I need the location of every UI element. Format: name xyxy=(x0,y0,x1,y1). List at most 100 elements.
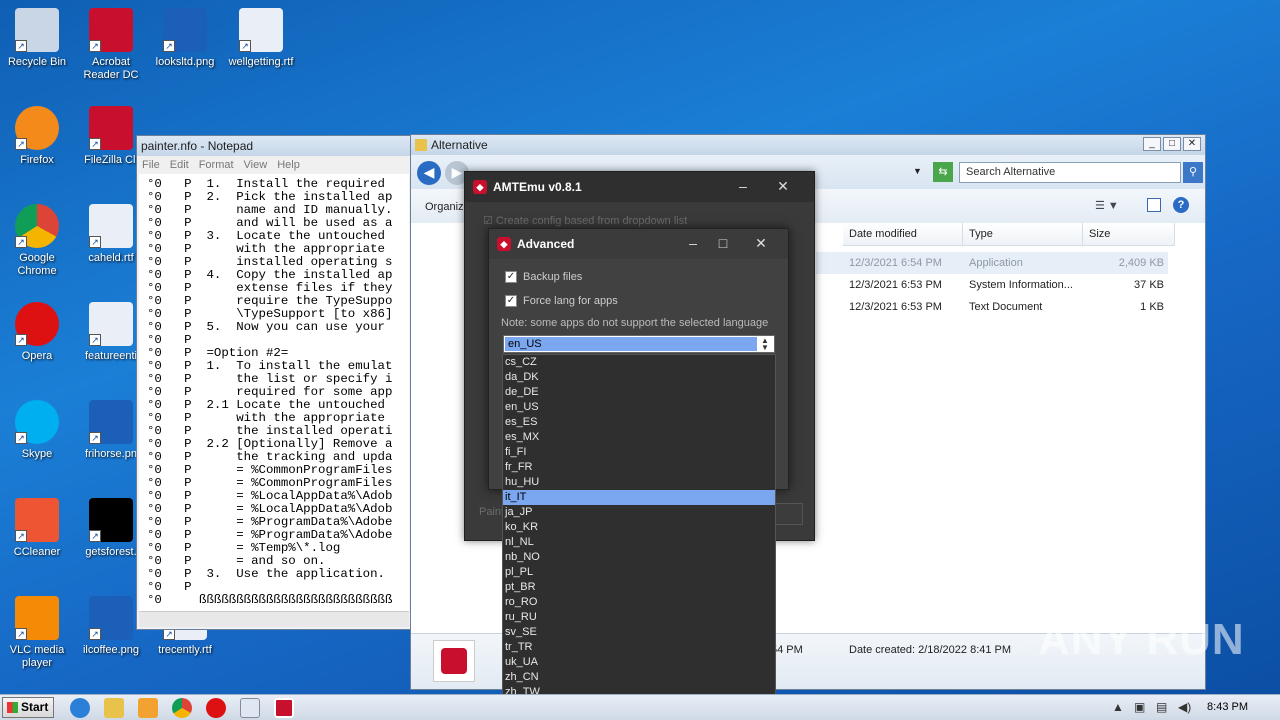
shortcut-arrow-icon: ↗ xyxy=(89,236,101,248)
dropdown-option[interactable]: de_DE xyxy=(503,385,775,400)
column-date-modified[interactable]: Date modified xyxy=(843,223,963,246)
minimize-button[interactable]: _ xyxy=(1143,137,1161,151)
dropdown-option[interactable]: pt_BR xyxy=(503,580,775,595)
close-button[interactable]: ✕ xyxy=(768,176,798,196)
dropdown-option[interactable]: nb_NO xyxy=(503,550,775,565)
amtemu-titlebar[interactable]: ◆ AMTEmu v0.8.1 xyxy=(465,172,814,202)
menu-edit[interactable]: Edit xyxy=(170,159,189,171)
dropdown-option[interactable]: ko_KR xyxy=(503,520,775,535)
refresh-icon[interactable]: ⇆ xyxy=(933,162,953,182)
language-dropdown-list[interactable]: cs_CZ da_DK de_DE en_US es_ES es_MX fi_FI fr_FR… xyxy=(502,354,776,700)
amtemu-taskbar-icon[interactable] xyxy=(274,698,294,718)
desktop-icon[interactable]: ↗ Opera xyxy=(0,302,74,363)
explorer-titlebar[interactable]: Alternative _ □ ✕ xyxy=(411,135,1205,155)
help-icon[interactable]: ? xyxy=(1173,197,1189,213)
desktop-icon[interactable]: ↗ Recycle Bin xyxy=(0,8,74,69)
folder-icon xyxy=(415,139,427,151)
dropdown-option[interactable]: hu_HU xyxy=(503,475,775,490)
dropdown-option[interactable]: ru_RU xyxy=(503,610,775,625)
desktop-icon[interactable]: ↗ Skype xyxy=(0,400,74,461)
language-note: Note: some apps do not support the selec… xyxy=(501,317,769,329)
desktop-icon[interactable]: ↗ Firefox xyxy=(0,106,74,167)
tray-icon[interactable]: ▣ xyxy=(1134,700,1145,714)
notepad-text-area[interactable]: °0 P 1. Install the required °0 P 2. Pic… xyxy=(139,174,409,611)
anyrun-watermark: ANY RUN xyxy=(1038,615,1245,664)
image-file-icon: ↗ xyxy=(163,8,207,52)
clock[interactable]: 8:43 PM xyxy=(1207,701,1248,713)
file-row[interactable]: 12/3/2021 6:53 PM Text Document 1 KB xyxy=(816,296,1168,318)
word-doc-icon: ↗ xyxy=(239,8,283,52)
desktop-icon[interactable]: ↗ CCleaner xyxy=(0,498,74,559)
view-options-icon[interactable]: ☰ ▼ xyxy=(1095,199,1119,212)
chrome-taskbar-icon[interactable] xyxy=(172,698,192,718)
desktop-icon-label: CCleaner xyxy=(13,546,61,558)
menu-format[interactable]: Format xyxy=(199,159,234,171)
ie-icon[interactable] xyxy=(70,698,90,718)
dropdown-option[interactable]: uk_UA xyxy=(503,655,775,670)
back-button[interactable]: ◀ xyxy=(417,161,441,185)
close-button[interactable]: ✕ xyxy=(1183,137,1201,151)
navigation-pane[interactable] xyxy=(411,223,435,629)
horizontal-scrollbar[interactable] xyxy=(139,611,409,627)
organize-button[interactable]: Organize xyxy=(425,201,470,213)
create-config-label: Create config based from dropdown list xyxy=(495,215,688,227)
shortcut-arrow-icon: ↗ xyxy=(89,40,101,52)
desktop-icon-label: Google Chrome xyxy=(17,252,57,277)
notepad-taskbar-icon[interactable] xyxy=(240,698,260,718)
close-button[interactable]: ✕ xyxy=(746,233,776,253)
preview-pane-icon[interactable] xyxy=(1147,198,1161,212)
volume-icon[interactable]: ◀) xyxy=(1178,700,1191,714)
file-row[interactable]: 12/3/2021 6:53 PM System Information... … xyxy=(816,274,1168,296)
maximize-button[interactable]: □ xyxy=(1163,137,1181,151)
desktop-icon-label: VLC media player xyxy=(9,644,65,669)
menu-view[interactable]: View xyxy=(244,159,268,171)
network-icon[interactable]: ▤ xyxy=(1156,700,1167,714)
desktop-icon[interactable]: ↗ Google Chrome xyxy=(0,204,74,278)
dropdown-option[interactable]: es_MX xyxy=(503,430,775,445)
force-lang-checkbox[interactable]: ✓ Force lang for apps xyxy=(505,295,618,307)
dropdown-option[interactable]: da_DK xyxy=(503,370,775,385)
column-size[interactable]: Size xyxy=(1083,223,1175,246)
notepad-titlebar[interactable]: painter.nfo - Notepad xyxy=(137,136,411,156)
create-config-checkbox[interactable]: ☑ Create config based from dropdown list xyxy=(483,214,687,227)
advanced-titlebar[interactable]: ◆ Advanced xyxy=(489,229,788,259)
opera-taskbar-icon[interactable] xyxy=(206,698,226,718)
menu-file[interactable]: File xyxy=(142,159,160,171)
language-select[interactable]: en_US ▲ ▼ xyxy=(503,335,775,353)
file-row[interactable]: 12/3/2021 6:54 PM Application 2,409 KB xyxy=(816,252,1168,274)
dropdown-option[interactable]: ja_JP xyxy=(503,505,775,520)
shield-app-icon xyxy=(433,640,475,682)
dropdown-option[interactable]: nl_NL xyxy=(503,535,775,550)
dropdown-option[interactable]: it_IT xyxy=(503,490,775,505)
desktop-icon[interactable]: ↗ wellgetting.rtf xyxy=(224,8,298,69)
dropdown-option[interactable]: pl_PL xyxy=(503,565,775,580)
dropdown-option[interactable]: cs_CZ xyxy=(503,355,775,370)
desktop-icon[interactable]: ↗ Acrobat Reader DC xyxy=(74,8,148,82)
notepad-window[interactable]: painter.nfo - Notepad File Edit Format V… xyxy=(136,135,412,630)
dropdown-option[interactable]: en_US xyxy=(503,400,775,415)
column-type[interactable]: Type xyxy=(963,223,1083,246)
maximize-button[interactable]: □ xyxy=(708,233,738,253)
search-input[interactable]: Search Alternative xyxy=(959,162,1181,183)
tray-expand-icon[interactable]: ▲ xyxy=(1112,700,1124,714)
dropdown-option[interactable]: tr_TR xyxy=(503,640,775,655)
dropdown-option[interactable]: zh_CN xyxy=(503,670,775,685)
dropdown-option[interactable]: sv_SE xyxy=(503,625,775,640)
media-player-icon[interactable] xyxy=(138,698,158,718)
desktop-icon[interactable]: ↗ VLC media player xyxy=(0,596,74,670)
backup-files-checkbox[interactable]: ✓ Backup files xyxy=(505,271,582,283)
dropdown-option[interactable]: es_ES xyxy=(503,415,775,430)
shortcut-arrow-icon: ↗ xyxy=(89,432,101,444)
search-icon[interactable]: ⚲ xyxy=(1183,162,1203,183)
minimize-button[interactable]: – xyxy=(728,176,758,196)
history-dropdown-icon[interactable]: ▼ xyxy=(913,166,922,176)
dropdown-option[interactable]: fi_FI xyxy=(503,445,775,460)
dropdown-option[interactable]: fr_FR xyxy=(503,460,775,475)
dropdown-option[interactable]: ro_RO xyxy=(503,595,775,610)
start-button[interactable]: Start xyxy=(2,697,54,718)
minimize-button[interactable]: – xyxy=(678,233,708,253)
shortcut-arrow-icon: ↗ xyxy=(15,236,27,248)
menu-help[interactable]: Help xyxy=(277,159,300,171)
explorer-taskbar-icon[interactable] xyxy=(104,698,124,718)
desktop-icon[interactable]: ↗ looksltd.png xyxy=(148,8,222,69)
